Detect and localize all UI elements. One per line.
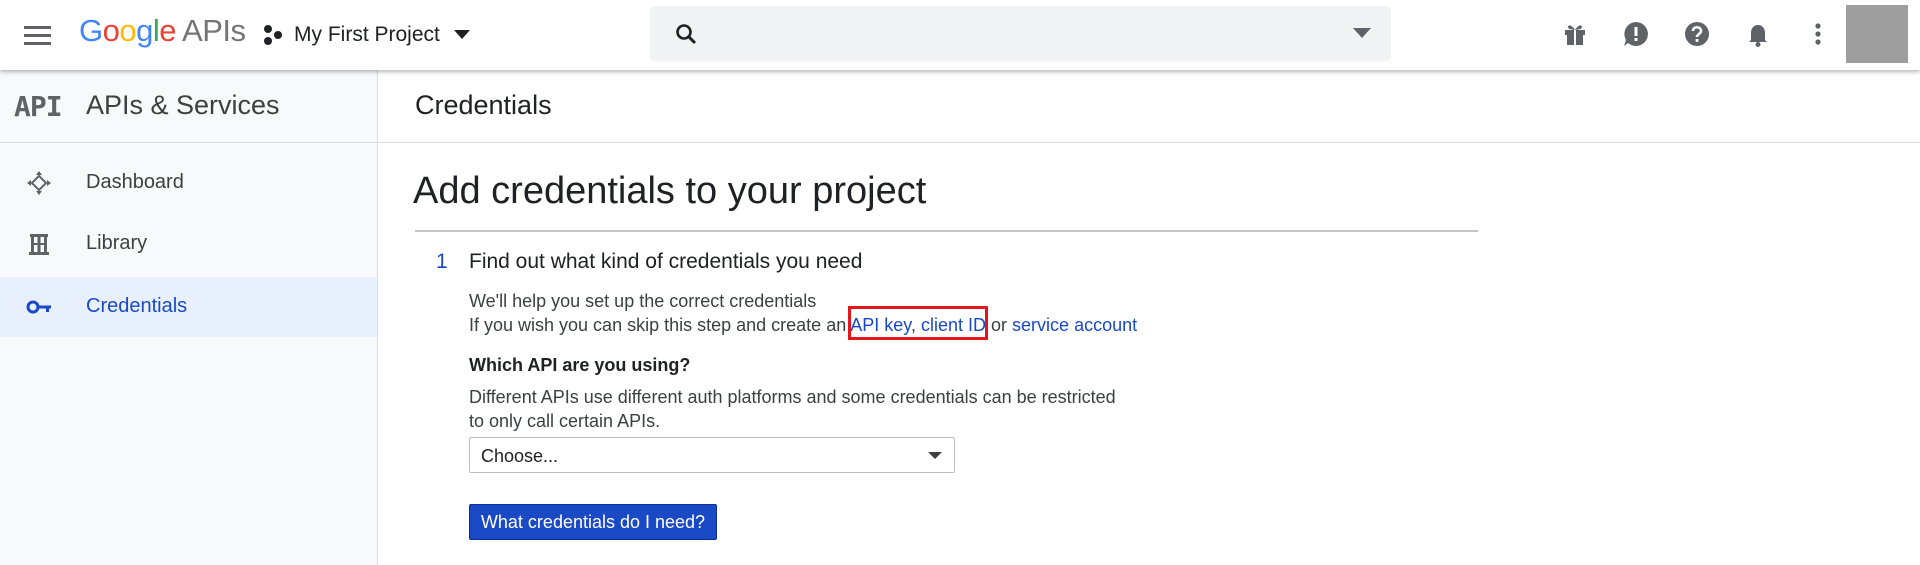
key-icon — [26, 300, 51, 314]
sidebar-header: API APIs & Services — [0, 70, 377, 143]
step-intro: We'll help you set up the correct creden… — [469, 291, 817, 311]
menu-icon[interactable] — [18, 17, 54, 53]
search-bar[interactable] — [650, 6, 1391, 61]
search-input[interactable] — [722, 14, 1306, 54]
section-title: APIs & Services — [86, 90, 280, 120]
search-icon[interactable] — [674, 22, 698, 46]
divider — [415, 230, 1478, 232]
main-header: Credentials — [378, 70, 1920, 143]
sidebar-item-label: Credentials — [86, 295, 188, 317]
api-description-line-1: Different APIs use different auth platfo… — [469, 387, 1116, 407]
highlight-box — [848, 306, 988, 340]
library-icon — [29, 234, 49, 255]
step-number: 1 — [436, 250, 448, 273]
select-value: Choose... — [481, 446, 559, 466]
or-text: or — [991, 315, 1008, 335]
dashboard-icon — [27, 171, 51, 195]
step-title: Find out what kind of credentials you ne… — [469, 250, 863, 273]
what-credentials-button[interactable]: What credentials do I need? — [469, 504, 717, 540]
top-app-bar: Google APIs My First Project — [0, 0, 1920, 70]
notifications-icon[interactable] — [1743, 19, 1773, 49]
gift-icon[interactable] — [1560, 19, 1590, 49]
sidebar: API APIs & Services Dashboard Library Cr… — [0, 70, 378, 565]
google-apis-logo[interactable]: Google APIs — [79, 13, 246, 49]
project-dots-icon — [264, 25, 282, 45]
api-question-label: Which API are you using? — [469, 355, 691, 375]
help-icon[interactable] — [1682, 19, 1712, 49]
page-title: Credentials — [415, 90, 552, 120]
feedback-icon[interactable] — [1621, 19, 1651, 49]
sidebar-item-credentials[interactable]: Credentials — [0, 277, 377, 337]
api-description-line-2: to only call certain APIs. — [469, 411, 661, 431]
chevron-down-icon — [453, 30, 470, 39]
chevron-down-icon — [928, 452, 942, 459]
page-heading: Add credentials to your project — [413, 170, 927, 212]
skip-prefix: If you wish you can skip this step and c… — [469, 315, 847, 335]
api-select[interactable]: Choose... — [469, 437, 955, 473]
sidebar-item-label: Library — [86, 232, 148, 254]
logo-suffix: APIs — [182, 13, 246, 48]
more-vert-icon[interactable] — [1803, 19, 1833, 49]
account-avatar[interactable] — [1846, 5, 1908, 63]
sidebar-item-library[interactable]: Library — [0, 214, 377, 274]
project-name: My First Project — [294, 23, 440, 46]
service-account-link[interactable]: service account — [1012, 315, 1137, 335]
skip-step-text: If you wish you can skip this step and c… — [469, 315, 1137, 336]
sidebar-item-label: Dashboard — [86, 171, 184, 193]
sidebar-item-dashboard[interactable]: Dashboard — [0, 153, 377, 213]
api-logo-icon: API — [14, 90, 63, 123]
search-dropdown-icon[interactable] — [1353, 28, 1371, 38]
project-selector[interactable]: My First Project — [262, 18, 470, 52]
